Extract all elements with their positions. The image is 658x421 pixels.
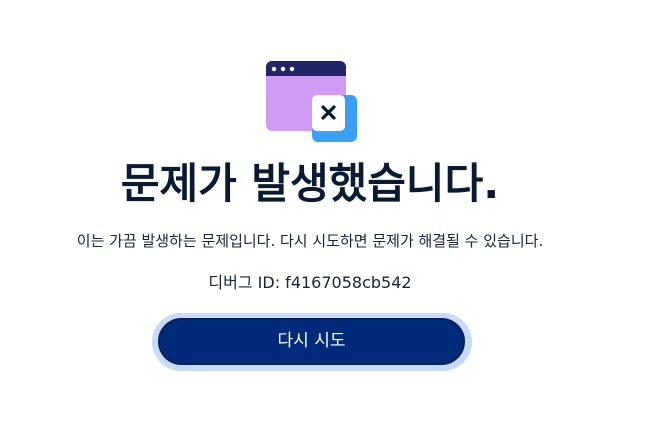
browser-window-error-icon bbox=[266, 61, 357, 142]
error-title: 문제가 발생했습니다. bbox=[120, 159, 500, 208]
retry-button-focus-ring: 다시 시도 bbox=[152, 313, 472, 371]
retry-button[interactable]: 다시 시도 bbox=[158, 318, 465, 365]
debug-id: 디버그 ID: f4167058cb542 bbox=[208, 273, 412, 292]
error-page: 문제가 발생했습니다. 이는 가끔 발생하는 문제입니다. 다시 시도하면 문제… bbox=[0, 0, 658, 421]
error-message: 이는 가끔 발생하는 문제입니다. 다시 시도하면 문제가 해결될 수 있습니다… bbox=[76, 232, 544, 250]
